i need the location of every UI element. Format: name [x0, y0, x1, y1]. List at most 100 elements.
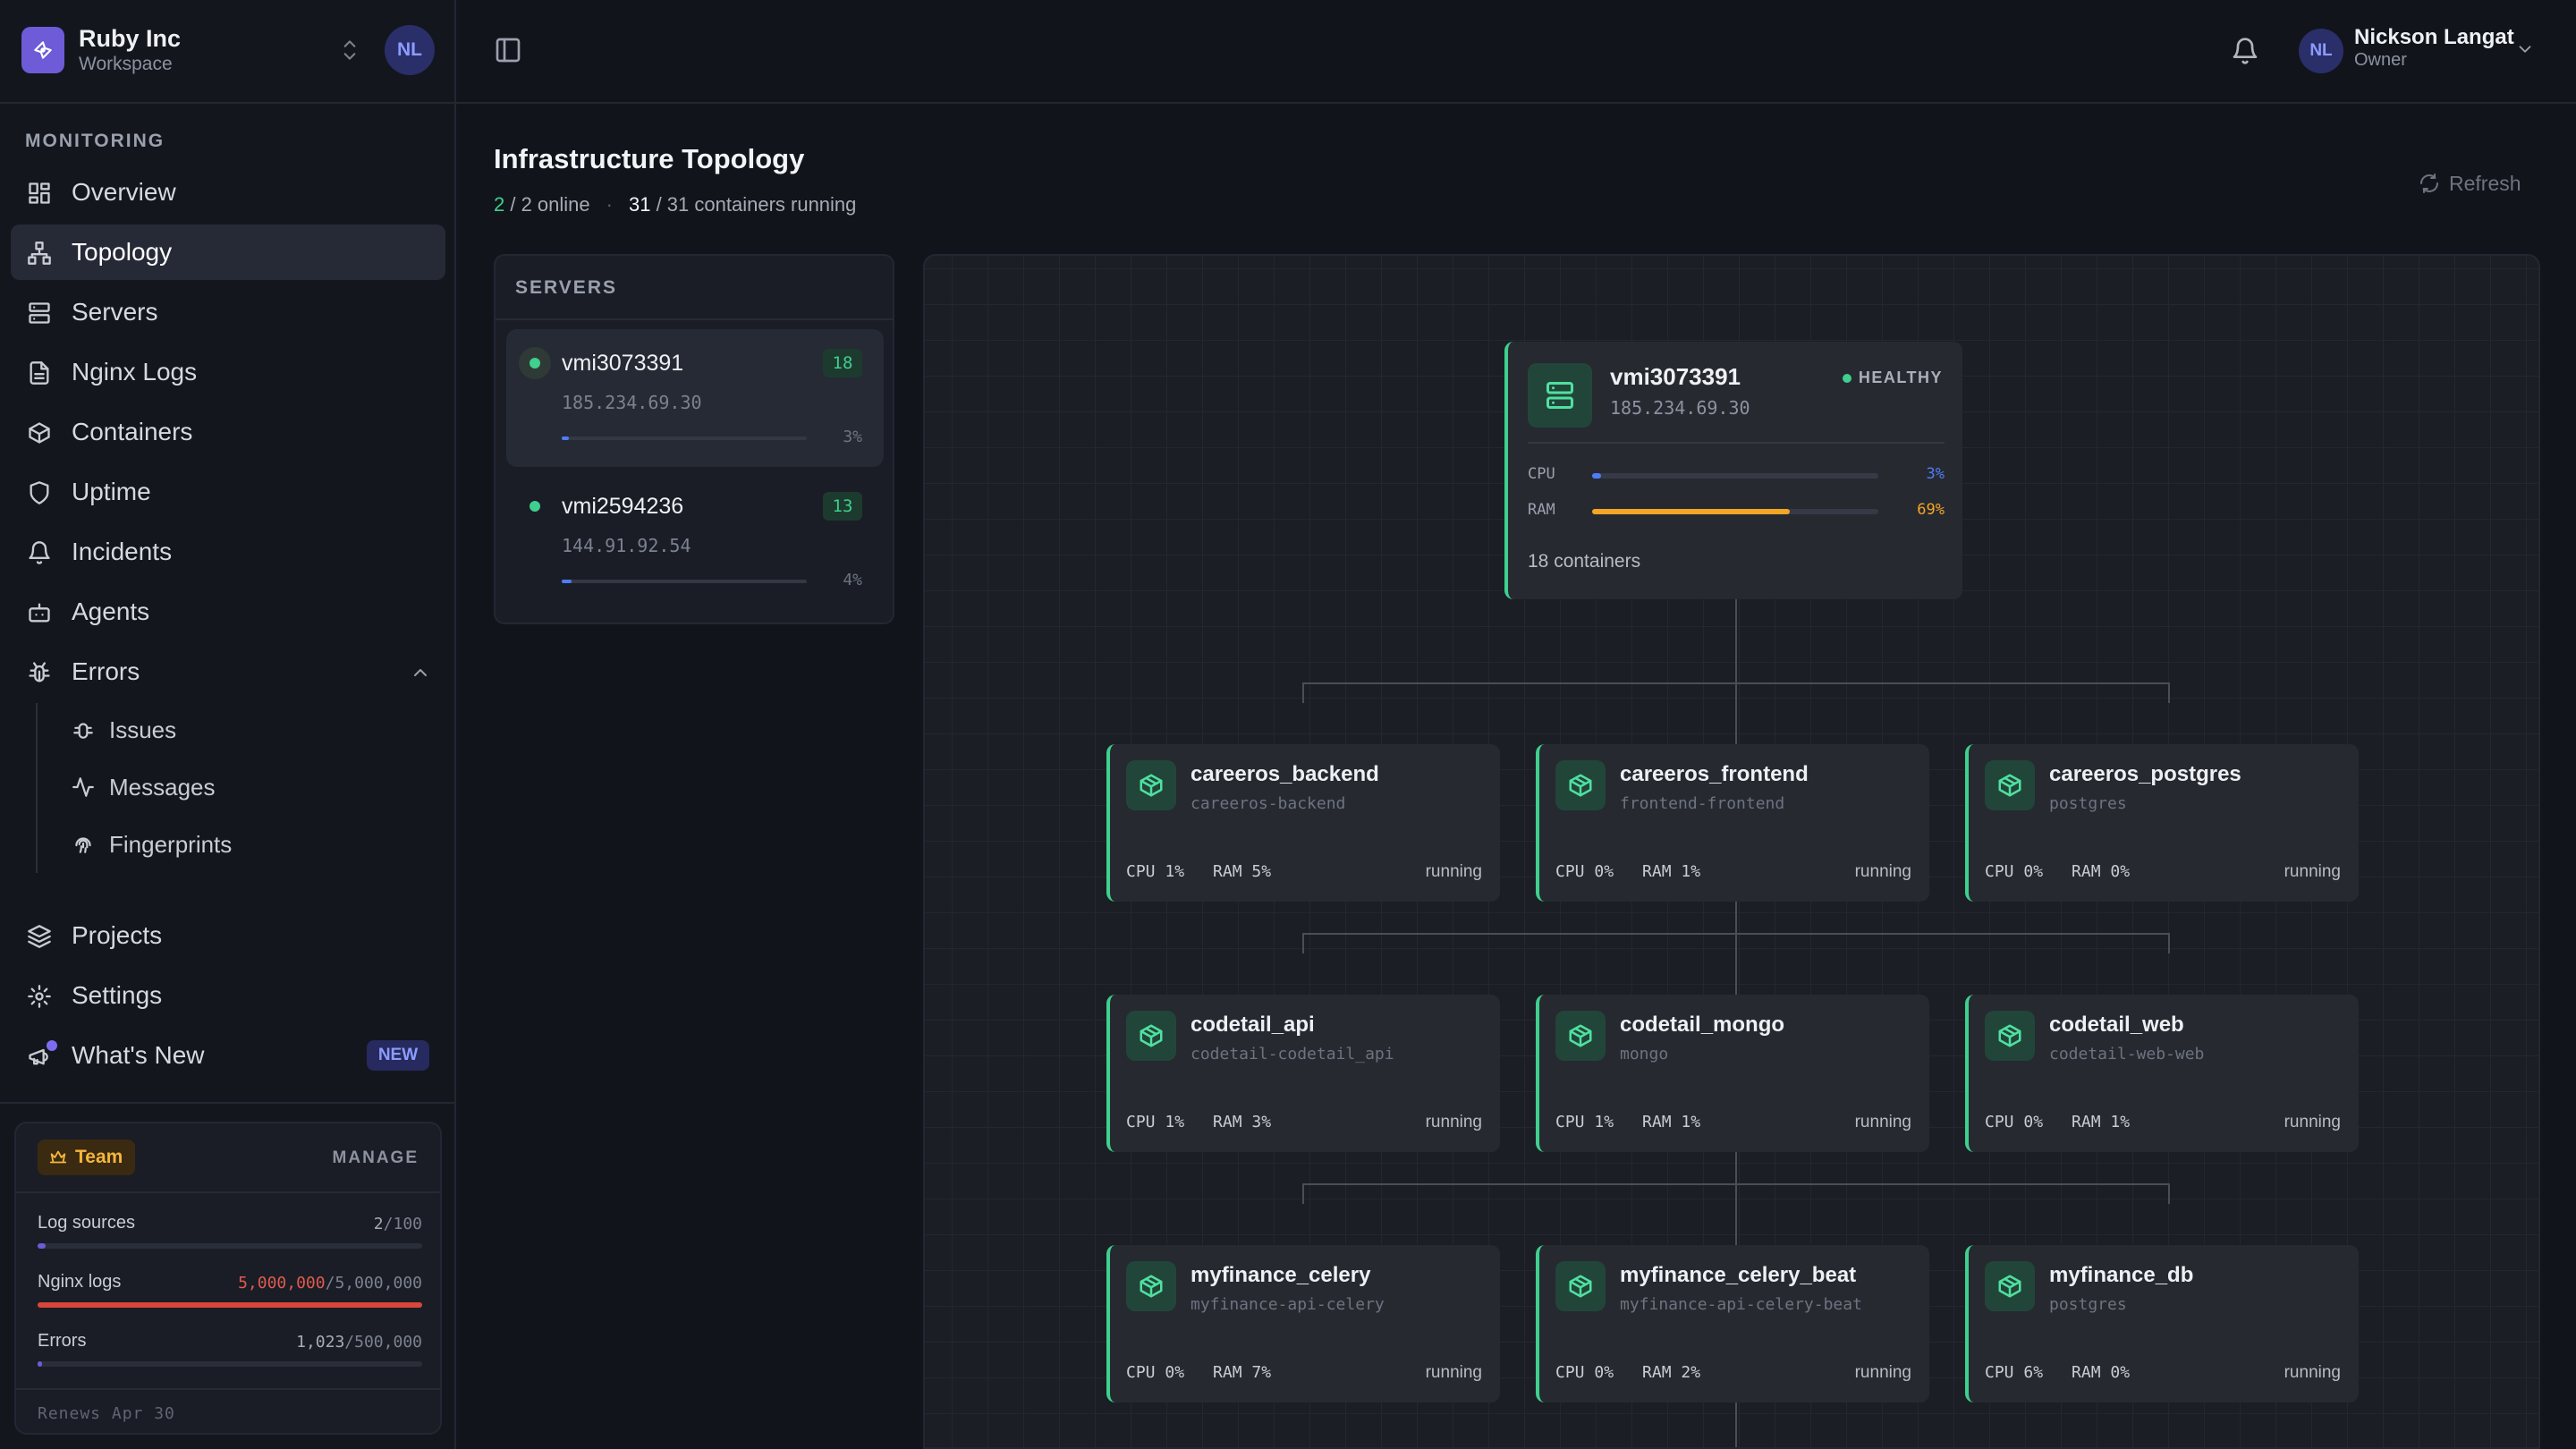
container-card[interactable]: codetail_api codetail-codetail_api CPU 1% R… [1106, 995, 1500, 1152]
container-card[interactable]: careeros_frontend frontend-frontend CPU 0%… [1536, 744, 1929, 902]
quota-used: 2 [373, 1215, 384, 1233]
status-dot [530, 501, 540, 512]
container-icon [1126, 1011, 1176, 1061]
quota-label: Log sources [38, 1213, 135, 1233]
sidebar-toggle-icon[interactable] [494, 36, 522, 64]
nav-item-incidents[interactable]: Incidents [11, 524, 445, 580]
container-card[interactable]: myfinance_celery myfinance-api-celery CPU … [1106, 1245, 1500, 1402]
divider [1528, 442, 1945, 444]
bug-icon [73, 723, 93, 739]
nav-item-agents[interactable]: Agents [11, 584, 445, 640]
quota-bar [38, 1302, 422, 1308]
container-stats: CPU 0% RAM 1% [1985, 1113, 2158, 1131]
ram-stat: RAM 1% [2072, 1113, 2131, 1131]
user-name[interactable]: Nickson Langat [2354, 25, 2514, 50]
user-avatar[interactable]: NL [2299, 29, 2343, 73]
container-icon [1555, 1261, 1606, 1311]
container-card[interactable]: careeros_backend careeros-backend CPU 1% RA… [1106, 744, 1500, 902]
nav-item-servers[interactable]: Servers [11, 284, 445, 340]
nav-item-overview[interactable]: Overview [11, 165, 445, 220]
refresh-icon [2420, 174, 2438, 193]
workspace-logo [21, 27, 64, 73]
container-card[interactable]: careeros_postgres postgres CPU 0% RAM 0% run… [1965, 744, 2359, 902]
bot-icon [29, 603, 50, 623]
quota-used: 5,000,000 [238, 1274, 326, 1292]
server-icon [29, 302, 50, 324]
quota-bar-fill [38, 1302, 422, 1308]
nav-item-projects[interactable]: Projects [11, 908, 445, 963]
logo-mark-icon [34, 41, 52, 59]
ram-value: 0% [2110, 1363, 2131, 1382]
plan-badge: Team [38, 1140, 136, 1175]
cpu-stat: CPU 1% [1126, 1113, 1185, 1131]
server-ip: 144.91.92.54 [562, 535, 691, 556]
container-state: running [2284, 862, 2341, 881]
server-list-item[interactable]: vmi3073391 18 185.234.69.30 3% [506, 329, 884, 467]
cpu-stat: CPU 0% [1555, 1363, 1614, 1382]
quota-used: 1,023 [296, 1333, 345, 1352]
nav-item-messages[interactable]: Messages [61, 762, 445, 812]
cpu-value: 1% [1165, 862, 1185, 881]
nav-item-errors[interactable]: Errors [11, 644, 445, 699]
container-icon [1985, 760, 2035, 810]
cpu-stat: CPU 0% [1985, 1113, 2044, 1131]
container-name: careeros_frontend [1620, 762, 1809, 786]
nav-label: Settings [72, 981, 163, 1009]
cpu-bar-fill [1592, 473, 1601, 479]
ram-metric: RAM 69% [1528, 501, 1945, 522]
nav-item-whats-new[interactable]: What's New NEW [11, 1028, 445, 1083]
container-card[interactable]: myfinance_celery_beat myfinance-api-celer… [1536, 1245, 1929, 1402]
online-label: / 2 online [504, 193, 590, 216]
container-card[interactable]: codetail_web codetail-web-web CPU 0% RAM 1%… [1965, 995, 2359, 1152]
chevron-up-icon[interactable] [410, 662, 431, 683]
divider [0, 1102, 454, 1104]
cpu-percent: 4% [843, 571, 862, 589]
bell-icon [29, 541, 50, 564]
container-icon [1985, 1011, 2035, 1061]
new-badge: NEW [367, 1040, 429, 1071]
server-node-card[interactable]: vmi3073391 185.234.69.30 HEALTHY CPU 3% … [1504, 342, 1962, 599]
cpu-metric: CPU 3% [1528, 465, 1945, 487]
nav-item-containers[interactable]: Containers [11, 404, 445, 460]
container-box-icon [1140, 774, 1163, 797]
ram-value: 3% [1251, 1113, 1272, 1131]
nav-item-nginx-logs[interactable]: Nginx Logs [11, 344, 445, 400]
container-box-icon [1140, 1024, 1163, 1047]
container-card[interactable]: myfinance_db postgres CPU 6% RAM 0% running [1965, 1245, 2359, 1402]
container-name: codetail_web [2049, 1013, 2184, 1037]
divider [496, 318, 893, 320]
workspace-subtitle: Workspace [79, 54, 173, 74]
nav-item-uptime[interactable]: Uptime [11, 464, 445, 520]
shield-icon [30, 481, 49, 504]
container-stats: CPU 1% RAM 1% [1555, 1113, 1729, 1131]
workspace-switcher[interactable]: Ruby Inc Workspace NL [0, 0, 454, 104]
cpu-value: 0% [1594, 1363, 1614, 1382]
container-name: codetail_mongo [1620, 1013, 1785, 1037]
workspace-avatar[interactable]: NL [385, 25, 435, 75]
quota-limit: /100 [383, 1215, 422, 1233]
refresh-button[interactable]: Refresh [2419, 170, 2521, 197]
topology-canvas[interactable]: vmi3073391 185.234.69.30 HEALTHY CPU 3% … [923, 254, 2540, 1449]
container-card[interactable]: codetail_mongo mongo CPU 1% RAM 1% running [1536, 995, 1929, 1152]
ram-bar-track [1592, 509, 1878, 514]
container-count: 18 containers [1528, 551, 1641, 572]
chevron-down-icon[interactable] [2515, 39, 2535, 59]
nav-item-issues[interactable]: Issues [61, 705, 445, 755]
online-count: 2 [494, 193, 505, 216]
running-count: 31 [628, 193, 651, 216]
cpu-percent: 3% [1926, 465, 1945, 483]
nav-item-topology[interactable]: Topology [11, 225, 445, 280]
nav-item-fingerprints[interactable]: Fingerprints [61, 819, 445, 869]
container-box-icon [1140, 1275, 1163, 1298]
container-image: careeros-backend [1191, 794, 1346, 813]
container-count-badge: 13 [823, 492, 862, 521]
container-image: mongo [1620, 1045, 1669, 1063]
server-list-item[interactable]: vmi2594236 13 144.91.92.54 4% [506, 472, 884, 610]
container-stats: CPU 0% RAM 2% [1555, 1363, 1729, 1382]
chevrons-up-down-icon[interactable] [338, 36, 361, 64]
ram-stat: RAM 5% [1213, 862, 1272, 881]
cpu-value: 1% [1165, 1113, 1185, 1131]
nav-item-settings[interactable]: Settings [11, 968, 445, 1023]
manage-plan-link[interactable]: MANAGE [333, 1148, 419, 1168]
notifications-bell-icon[interactable] [2231, 36, 2259, 66]
